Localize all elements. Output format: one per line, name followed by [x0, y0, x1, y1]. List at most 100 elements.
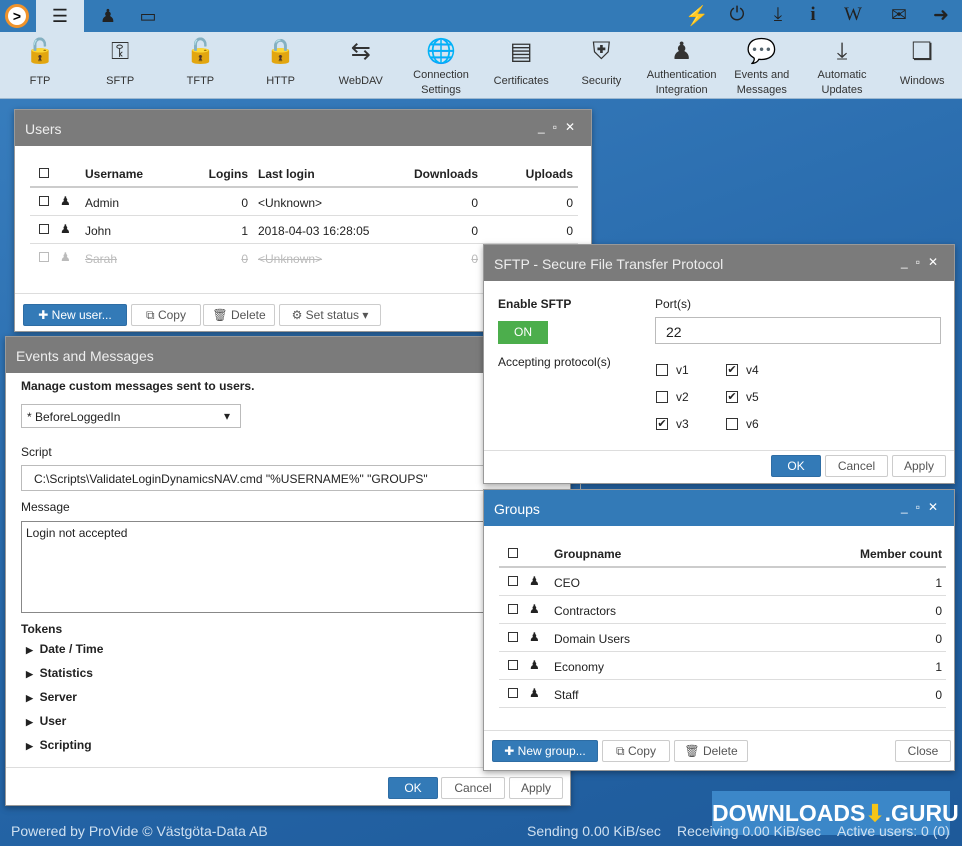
- checkbox[interactable]: ✔: [726, 391, 738, 403]
- user-row[interactable]: ♟ John 1 2018-04-03 16:28:05 0 0: [30, 216, 578, 244]
- token-group[interactable]: ▶ Scripting: [26, 738, 92, 752]
- token-group[interactable]: ▶ Date / Time: [26, 642, 103, 656]
- token-group[interactable]: ▶ User: [26, 714, 66, 728]
- row-checkbox[interactable]: [508, 688, 518, 698]
- power-icon[interactable]: ⏻: [722, 4, 752, 26]
- enable-sftp-toggle[interactable]: ON: [498, 321, 548, 344]
- toolbar-certificates-button[interactable]: ▤ Certificates: [481, 32, 561, 99]
- events-cancel-button[interactable]: Cancel: [441, 777, 505, 799]
- row-checkbox[interactable]: [508, 576, 518, 586]
- row-checkbox[interactable]: [39, 252, 49, 262]
- close-groups-button[interactable]: Close: [895, 740, 951, 762]
- toolbar-events-and-messages-button[interactable]: 💬 Events and Messages: [722, 32, 802, 99]
- toolbar-connection-settings-button[interactable]: 🌐 Connection Settings: [401, 32, 481, 99]
- group-row[interactable]: ♟ Contractors 0: [499, 596, 946, 624]
- info-icon[interactable]: i: [798, 4, 828, 26]
- group-icon: ♟: [529, 658, 540, 672]
- toolbar-authentication-integration-button[interactable]: ♟ Authentication Integration: [642, 32, 722, 99]
- window-controls[interactable]: _▫✕: [901, 255, 946, 269]
- sftp-title-bar[interactable]: SFTP - Secure File Transfer Protocol _▫✕: [484, 245, 954, 281]
- window-title: Users: [25, 121, 62, 137]
- col-username[interactable]: Username: [85, 167, 143, 181]
- sftp-apply-button[interactable]: Apply: [892, 455, 946, 477]
- message-label: Message: [21, 500, 70, 514]
- row-checkbox[interactable]: [508, 660, 518, 670]
- col-member-count[interactable]: Member count: [860, 547, 942, 561]
- set-status-button[interactable]: ⚙ Set status ▾: [279, 304, 381, 326]
- username: Admin: [85, 196, 120, 210]
- col-groupname[interactable]: Groupname: [554, 547, 621, 561]
- select-all-checkbox[interactable]: [39, 168, 49, 178]
- users-title-bar[interactable]: Users _▫✕: [15, 110, 591, 146]
- copy-user-button[interactable]: ⧉ Copy: [131, 304, 201, 326]
- member-count: 0: [935, 688, 942, 702]
- checkbox[interactable]: ✔: [656, 418, 668, 430]
- checkbox[interactable]: [726, 418, 738, 430]
- mail-icon[interactable]: ✉: [884, 4, 914, 27]
- caret-right-icon: ▶: [26, 717, 33, 727]
- toolbar-label: HTTP: [266, 75, 295, 87]
- row-checkbox[interactable]: [508, 632, 518, 642]
- event-select[interactable]: * BeforeLoggedIn ▾: [21, 404, 241, 428]
- toolbar-label: Authentication Integration: [646, 69, 717, 96]
- toolbar-security-button[interactable]: ⛨ Security: [561, 32, 641, 99]
- toolbar-windows-button[interactable]: ❏ Windows: [882, 32, 962, 99]
- app-logo[interactable]: >: [0, 0, 34, 32]
- events-ok-button[interactable]: OK: [388, 777, 438, 799]
- unlock-icon: 🔓: [185, 38, 216, 65]
- window-controls[interactable]: _▫✕: [538, 120, 583, 134]
- groups-title-bar[interactable]: Groups _▫✕: [484, 490, 954, 526]
- delete-group-button[interactable]: 🗑 Delete: [674, 740, 748, 762]
- user-icon: ♟: [60, 250, 71, 264]
- toolbar-webdav-button[interactable]: ⇆ WebDAV: [321, 32, 401, 99]
- copy-group-button[interactable]: ⧉ Copy: [602, 740, 670, 762]
- checkbox[interactable]: ✔: [726, 364, 738, 376]
- toolbar-label: FTP: [29, 75, 51, 87]
- sftp-cancel-button[interactable]: Cancel: [825, 455, 888, 477]
- group-row[interactable]: ♟ Domain Users 0: [499, 624, 946, 652]
- new-group-button[interactable]: ✚ New group...: [492, 740, 598, 762]
- row-checkbox[interactable]: [39, 224, 49, 234]
- logout-icon[interactable]: ➜: [926, 4, 956, 27]
- group-icon: ♟: [529, 574, 540, 588]
- new-user-button[interactable]: ✚ New user...: [23, 304, 127, 326]
- server-tab[interactable]: ☰: [36, 0, 84, 32]
- row-checkbox[interactable]: [508, 604, 518, 614]
- group-row[interactable]: ♟ CEO 1: [499, 568, 946, 596]
- wikipedia-icon[interactable]: W: [838, 4, 868, 26]
- group-icon: ♟: [529, 630, 540, 644]
- port-input[interactable]: 22: [655, 317, 941, 344]
- col-logins[interactable]: Logins: [209, 167, 248, 181]
- toolbar-label: WebDAV: [338, 75, 383, 87]
- col-last-login[interactable]: Last login: [258, 167, 315, 181]
- sftp-ok-button[interactable]: OK: [771, 455, 821, 477]
- toolbar-label: Security: [581, 75, 622, 87]
- col-downloads[interactable]: Downloads: [414, 167, 478, 181]
- select-all-checkbox[interactable]: [508, 548, 518, 558]
- delete-user-button[interactable]: 🗑 Delete: [203, 304, 275, 326]
- events-apply-button[interactable]: Apply: [509, 777, 563, 799]
- col-uploads[interactable]: Uploads: [526, 167, 573, 181]
- plug-icon[interactable]: ⚡: [682, 4, 712, 28]
- toolbar-tftp-button[interactable]: 🔓 TFTP: [160, 32, 240, 99]
- toolbar-label: Automatic Updates: [817, 69, 867, 96]
- events-heading: Manage custom messages sent to users.: [21, 379, 255, 393]
- drive-tab[interactable]: ▭: [124, 0, 172, 32]
- group-row[interactable]: ♟ Economy 1: [499, 652, 946, 680]
- token-group[interactable]: ▶ Statistics: [26, 666, 93, 680]
- window-controls[interactable]: _▫✕: [901, 500, 946, 514]
- row-checkbox[interactable]: [39, 196, 49, 206]
- caret-right-icon: ▶: [26, 645, 33, 655]
- download-icon[interactable]: ⤓: [763, 4, 793, 26]
- checkbox[interactable]: [656, 391, 668, 403]
- user-row[interactable]: ♟ Admin 0 <Unknown> 0 0: [30, 188, 578, 216]
- token-group[interactable]: ▶ Server: [26, 690, 77, 704]
- receiving-rate: Receiving 0.00 KiB/sec: [677, 823, 821, 839]
- username: Sarah: [85, 252, 118, 266]
- checkbox[interactable]: [656, 364, 668, 376]
- toolbar-http-button[interactable]: 🔒 HTTP: [241, 32, 321, 99]
- toolbar-sftp-button[interactable]: ⚿ SFTP: [80, 32, 160, 99]
- toolbar-automatic-updates-button[interactable]: ⤓ Automatic Updates: [802, 32, 882, 99]
- group-row[interactable]: ♟ Staff 0: [499, 680, 946, 708]
- toolbar-ftp-button[interactable]: 🔓 FTP: [0, 32, 80, 99]
